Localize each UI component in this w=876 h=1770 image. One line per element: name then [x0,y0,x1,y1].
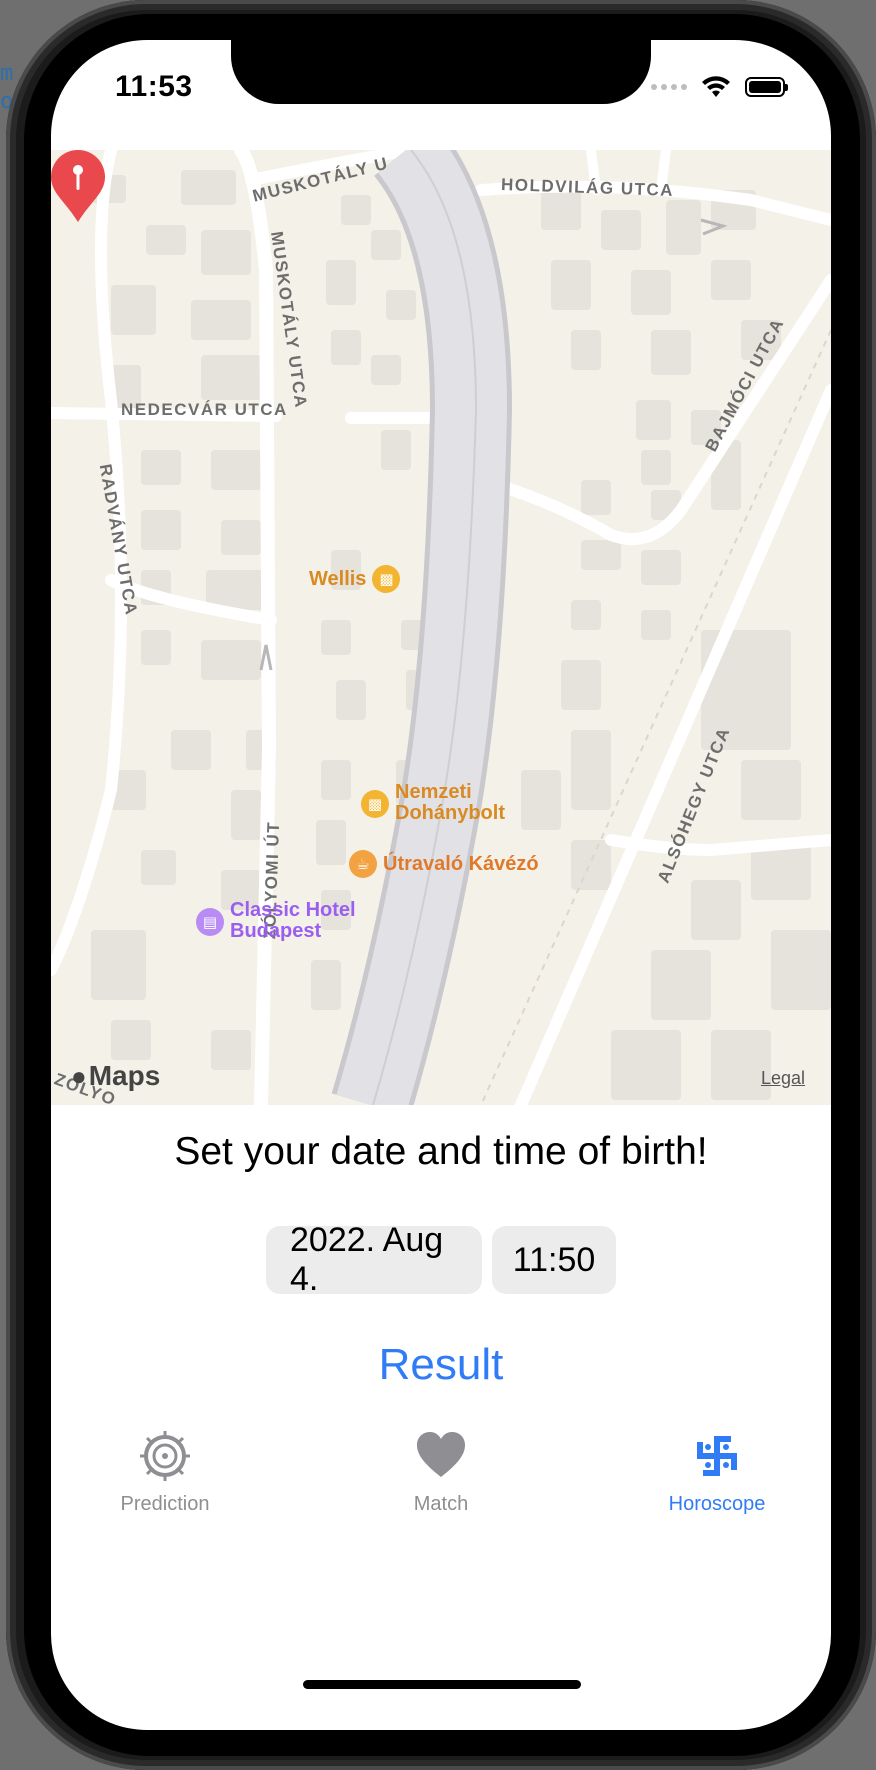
poi-label-line2: Dohánybolt [395,802,505,824]
status-time: 11:53 [115,70,193,103]
swastika-symbol-icon [697,1436,737,1476]
bed-icon: ▤ [196,908,224,936]
poi-classic-hotel-budapest[interactable]: ▤ Classic Hotel Budapest [196,900,356,942]
coffee-cup-icon: ☕ [349,850,377,878]
tab-label: Prediction [120,1493,210,1515]
poi-utravalo-kavezo[interactable]: ☕ Útravaló Kávézó [349,850,539,878]
apple-logo-icon: ● [71,1060,87,1091]
poi-label: Nemzeti Dohánybolt [395,782,505,824]
phone-bezel: 11:53 MUSKOTÁLY U HOLDVILÁG UTCA MUSKOTÁ… [24,14,860,1756]
poi-wellis[interactable]: Wellis ▩ [309,565,401,593]
cellular-signal-icon [651,84,687,90]
map-view[interactable]: MUSKOTÁLY U HOLDVILÁG UTCA MUSKOTÁLY UTC… [51,150,831,1105]
wifi-icon [702,76,730,97]
shopping-bag-icon: ▩ [361,790,389,818]
tab-label: Horoscope [668,1493,766,1515]
date-time-pickers: 2022. Aug 4. 11:50 [51,1221,831,1298]
tab-bar: Prediction Match Horoscope [51,1430,831,1550]
notch [231,40,651,104]
poi-label: Útravaló Kávézó [383,852,539,875]
poi-label-line1: Nemzeti [395,781,472,803]
shopping-bag-icon: ▩ [372,565,401,593]
birth-prompt-text: Set your date and time of birth! [174,1130,708,1173]
maps-attribution-label: Maps [88,1060,161,1091]
tab-label: Match [413,1493,469,1515]
time-picker[interactable]: 11:50 [492,1226,616,1294]
street-label-nedecvar: NEDECVÁR UTCA [121,400,288,419]
poi-label: Classic Hotel Budapest [230,900,356,942]
map-canvas [51,150,831,1105]
location-pin-icon[interactable] [51,150,105,222]
tab-horoscope[interactable]: Horoscope [617,1430,817,1516]
status-indicators [651,74,788,100]
poi-label-line1: Classic Hotel [230,899,356,921]
apple-maps-attribution[interactable]: ● Maps [71,1060,160,1092]
poi-label-line2: Budapest [230,920,322,942]
legal-link[interactable]: Legal [761,1068,805,1089]
date-picker[interactable]: 2022. Aug 4. [266,1221,482,1298]
poi-nemzeti-dohanybolt[interactable]: ▩ Nemzeti Dohánybolt [361,782,505,824]
app-screen: 11:53 MUSKOTÁLY U HOLDVILÁG UTCA MUSKOTÁ… [51,40,831,1730]
heart-icon [417,1432,465,1477]
tab-prediction[interactable]: Prediction [65,1430,265,1516]
result-button[interactable]: Result [51,1340,831,1390]
battery-icon [745,77,788,97]
tab-match[interactable]: Match [341,1430,541,1516]
home-indicator[interactable] [303,1680,581,1689]
phone-frame: 11:53 MUSKOTÁLY U HOLDVILÁG UTCA MUSKOTÁ… [6,0,876,1770]
poi-label: Wellis [309,567,367,590]
compass-icon [140,1431,190,1481]
